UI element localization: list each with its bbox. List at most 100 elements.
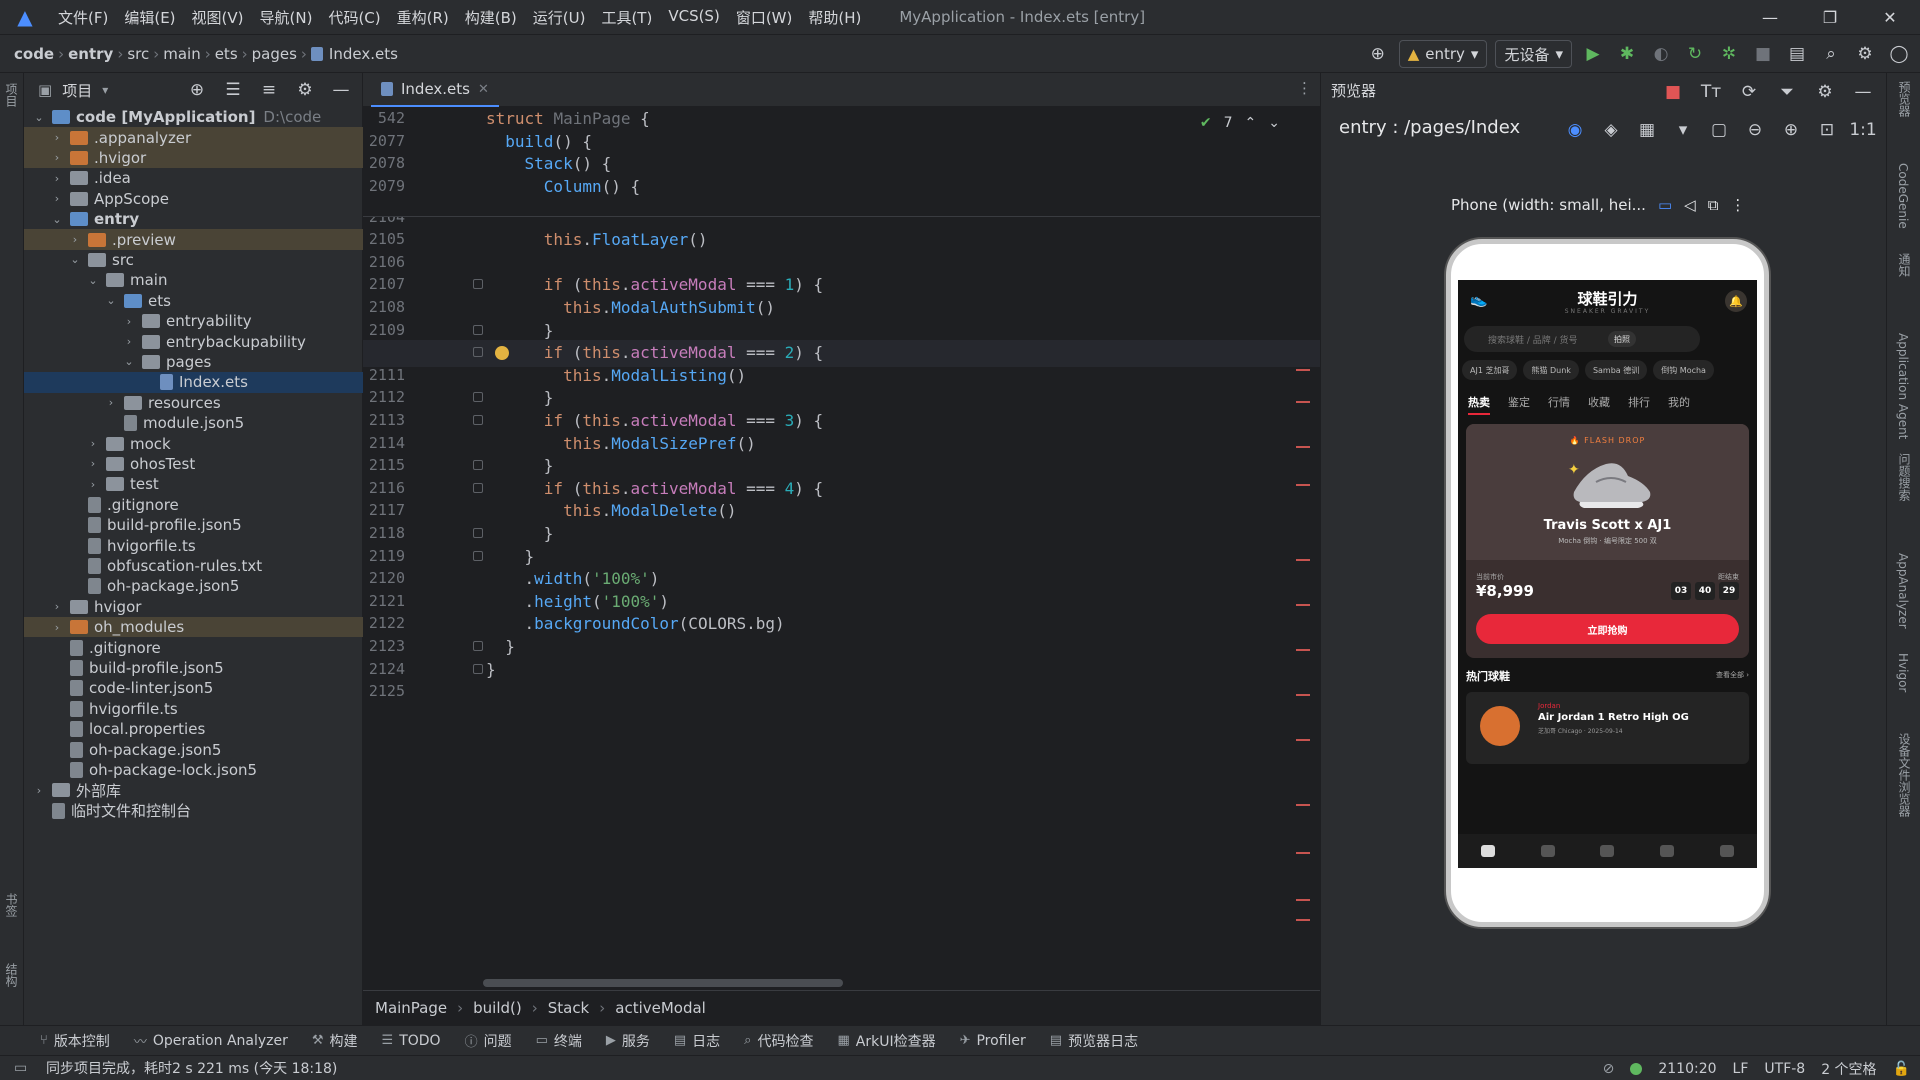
refresh-icon[interactable]: ⟳ [1736,79,1762,105]
right-strip-tool[interactable]: 通知 [1896,253,1913,277]
tree-item[interactable]: › .preview [24,229,363,250]
app-tab[interactable]: 收藏 [1588,394,1610,415]
tree-item[interactable]: › .idea [24,168,363,188]
code-editor[interactable]: 2103210421052106210721082109211021112112… [363,107,1320,990]
menu-item[interactable]: 帮助(H) [800,7,869,28]
tab-index-ets[interactable]: Index.ets ✕ [371,73,499,107]
chevron-right-icon[interactable]: › [50,172,64,185]
tree-item[interactable]: ⌄ main [24,270,363,290]
hide-icon[interactable]: — [1850,79,1876,105]
search-chip[interactable]: AJ1 芝加哥 [1462,360,1518,380]
indent-setting[interactable]: 2 个空格 [1821,1059,1876,1079]
tool-tab[interactable]: ▦ ArkUI检查器 [837,1031,935,1051]
chevron-right-icon[interactable]: › [68,233,82,246]
error-stripe-marker[interactable] [1296,604,1310,606]
multi-device-icon[interactable]: ⧉ [1708,196,1719,214]
code-line[interactable]: this.ModalDelete() [486,501,736,520]
tree-item[interactable]: › test [24,474,363,494]
right-strip-tool[interactable]: 问题搜索 [1896,453,1913,501]
chevron-down-icon[interactable]: ⌄ [50,213,64,226]
structure-crumb[interactable]: build() [473,999,522,1017]
font-size-icon[interactable]: Tт [1698,79,1724,105]
breadcrumb-item[interactable]: main [163,45,200,63]
fold-marker-icon[interactable] [473,347,483,358]
chevron-right-icon[interactable]: › [122,335,136,348]
fold-marker-icon[interactable] [473,460,483,471]
code-line[interactable]: if (this.activeModal === 2) { [486,343,823,362]
caret-position[interactable]: 2110:20 [1658,1061,1716,1077]
sticky-scroll-header[interactable]: 542 struct MainPage {2077 build() {2078 S… [363,107,1320,217]
fold-marker-icon[interactable] [473,279,483,290]
code-line[interactable]: this.ModalSizePref() [486,434,756,453]
tree-item[interactable]: ⌄ code [MyApplication] D:\code [24,107,363,127]
tree-item[interactable]: obfuscation-rules.txt [24,556,363,576]
chevron-right-icon[interactable]: › [50,131,64,144]
tree-item[interactable]: › ohosTest [24,454,363,474]
search-chip[interactable]: 倒钩 Mocha [1653,360,1714,380]
tree-item[interactable]: › resources [24,393,363,413]
breadcrumb-item[interactable]: ets [215,45,238,63]
error-stripe-marker[interactable] [1296,369,1310,371]
code-line[interactable]: if (this.activeModal === 1) { [486,275,823,294]
device-selector[interactable]: 无设备 ▾ [1495,40,1572,68]
chevron-right-icon[interactable]: › [86,437,100,450]
strip-structure-label[interactable]: 结构 [3,963,20,987]
tool-tab[interactable]: ▤ 预览器日志 [1050,1031,1138,1051]
view-all-link[interactable]: 查看全部 › [1716,670,1749,680]
code-line[interactable]: } [486,524,554,543]
fold-marker-icon[interactable] [473,415,483,425]
breadcrumb-item[interactable]: pages [252,45,297,63]
sticky-code-line[interactable]: Column() { [486,177,640,196]
tool-tab[interactable]: ▤ 日志 [674,1031,720,1051]
right-strip-tool[interactable]: CodeGenie [1896,163,1910,229]
chevron-right-icon[interactable]: › [122,315,136,328]
tree-item[interactable]: › 外部库 [24,780,363,800]
app-tab[interactable]: 热卖 [1468,394,1490,415]
tree-item[interactable]: › .appanalyzer [24,127,363,148]
tool-tab[interactable]: 〰 Operation Analyzer [134,1031,288,1051]
fold-marker-icon[interactable] [473,324,483,335]
breadcrumb-item[interactable]: code [14,45,54,63]
tool-tab[interactable]: ▭ 终端 [536,1031,582,1051]
flash-drop-card[interactable]: 🔥 FLASH DROP ✦ Travis Scott x AJ1 Mocha … [1466,424,1749,658]
fit-icon[interactable]: ⊡ [1814,117,1840,143]
profile-icon[interactable]: ✲ [1716,41,1742,67]
nav-identify-icon[interactable] [1540,845,1555,857]
tree-item[interactable]: build-profile.json5 [24,658,363,678]
list-item[interactable]: Jordan Air Jordan 1 Retro High OG 芝加哥 Ch… [1466,692,1749,764]
breadcrumb-item[interactable]: Index.ets [329,45,398,63]
tree-item[interactable]: › oh_modules [24,617,363,638]
account-icon[interactable]: ◯ [1886,41,1912,67]
app-screen[interactable]: 👟 球鞋引力 SNEAKER GRAVITY 🔔 搜索球鞋 / 品牌 / 货号 … [1458,280,1757,868]
tree-item[interactable]: ⌄ pages [24,352,363,372]
rotate-icon[interactable]: ◁ [1684,196,1696,214]
error-stripe-marker[interactable] [1296,919,1310,921]
tool-tab[interactable]: ⚒ 构建 [312,1031,358,1051]
layout-icon[interactable]: ▭ [14,1060,27,1076]
lock-icon[interactable]: 🔓 [1893,1061,1910,1077]
code-line[interactable]: .backgroundColor(COLORS.bg) [486,614,785,633]
close-icon[interactable]: ✕ [1860,0,1920,35]
code-line[interactable]: } [486,456,554,475]
code-line[interactable]: } [486,321,554,340]
menu-item[interactable]: 工具(T) [593,7,660,28]
app-tab[interactable]: 行情 [1548,394,1570,415]
settings-gear-icon[interactable]: ⚙ [1852,41,1878,67]
error-stripe-marker[interactable] [1296,484,1310,486]
menu-item[interactable]: 导航(N) [252,7,321,28]
menu-item[interactable]: 构建(B) [457,7,525,28]
search-chip[interactable]: 熊猫 Dunk [1523,360,1579,380]
menu-item[interactable]: 文件(F) [50,7,116,28]
fold-marker-icon[interactable] [473,482,483,493]
layers-icon[interactable]: ◈ [1598,117,1624,143]
chevron-down-icon[interactable]: ⌄ [104,294,118,307]
error-stripe-marker[interactable] [1296,401,1310,403]
nav-home-icon[interactable] [1480,845,1495,857]
right-strip-tool[interactable]: 设备文件浏览器 [1896,733,1913,817]
minimize-icon[interactable]: — [1740,0,1800,35]
chevron-down-icon[interactable]: ⌄ [68,253,82,266]
tree-item[interactable]: › mock [24,433,363,453]
chevron-right-icon[interactable]: › [50,151,64,164]
error-stripe-marker[interactable] [1296,852,1310,854]
code-line[interactable]: } [486,637,515,656]
